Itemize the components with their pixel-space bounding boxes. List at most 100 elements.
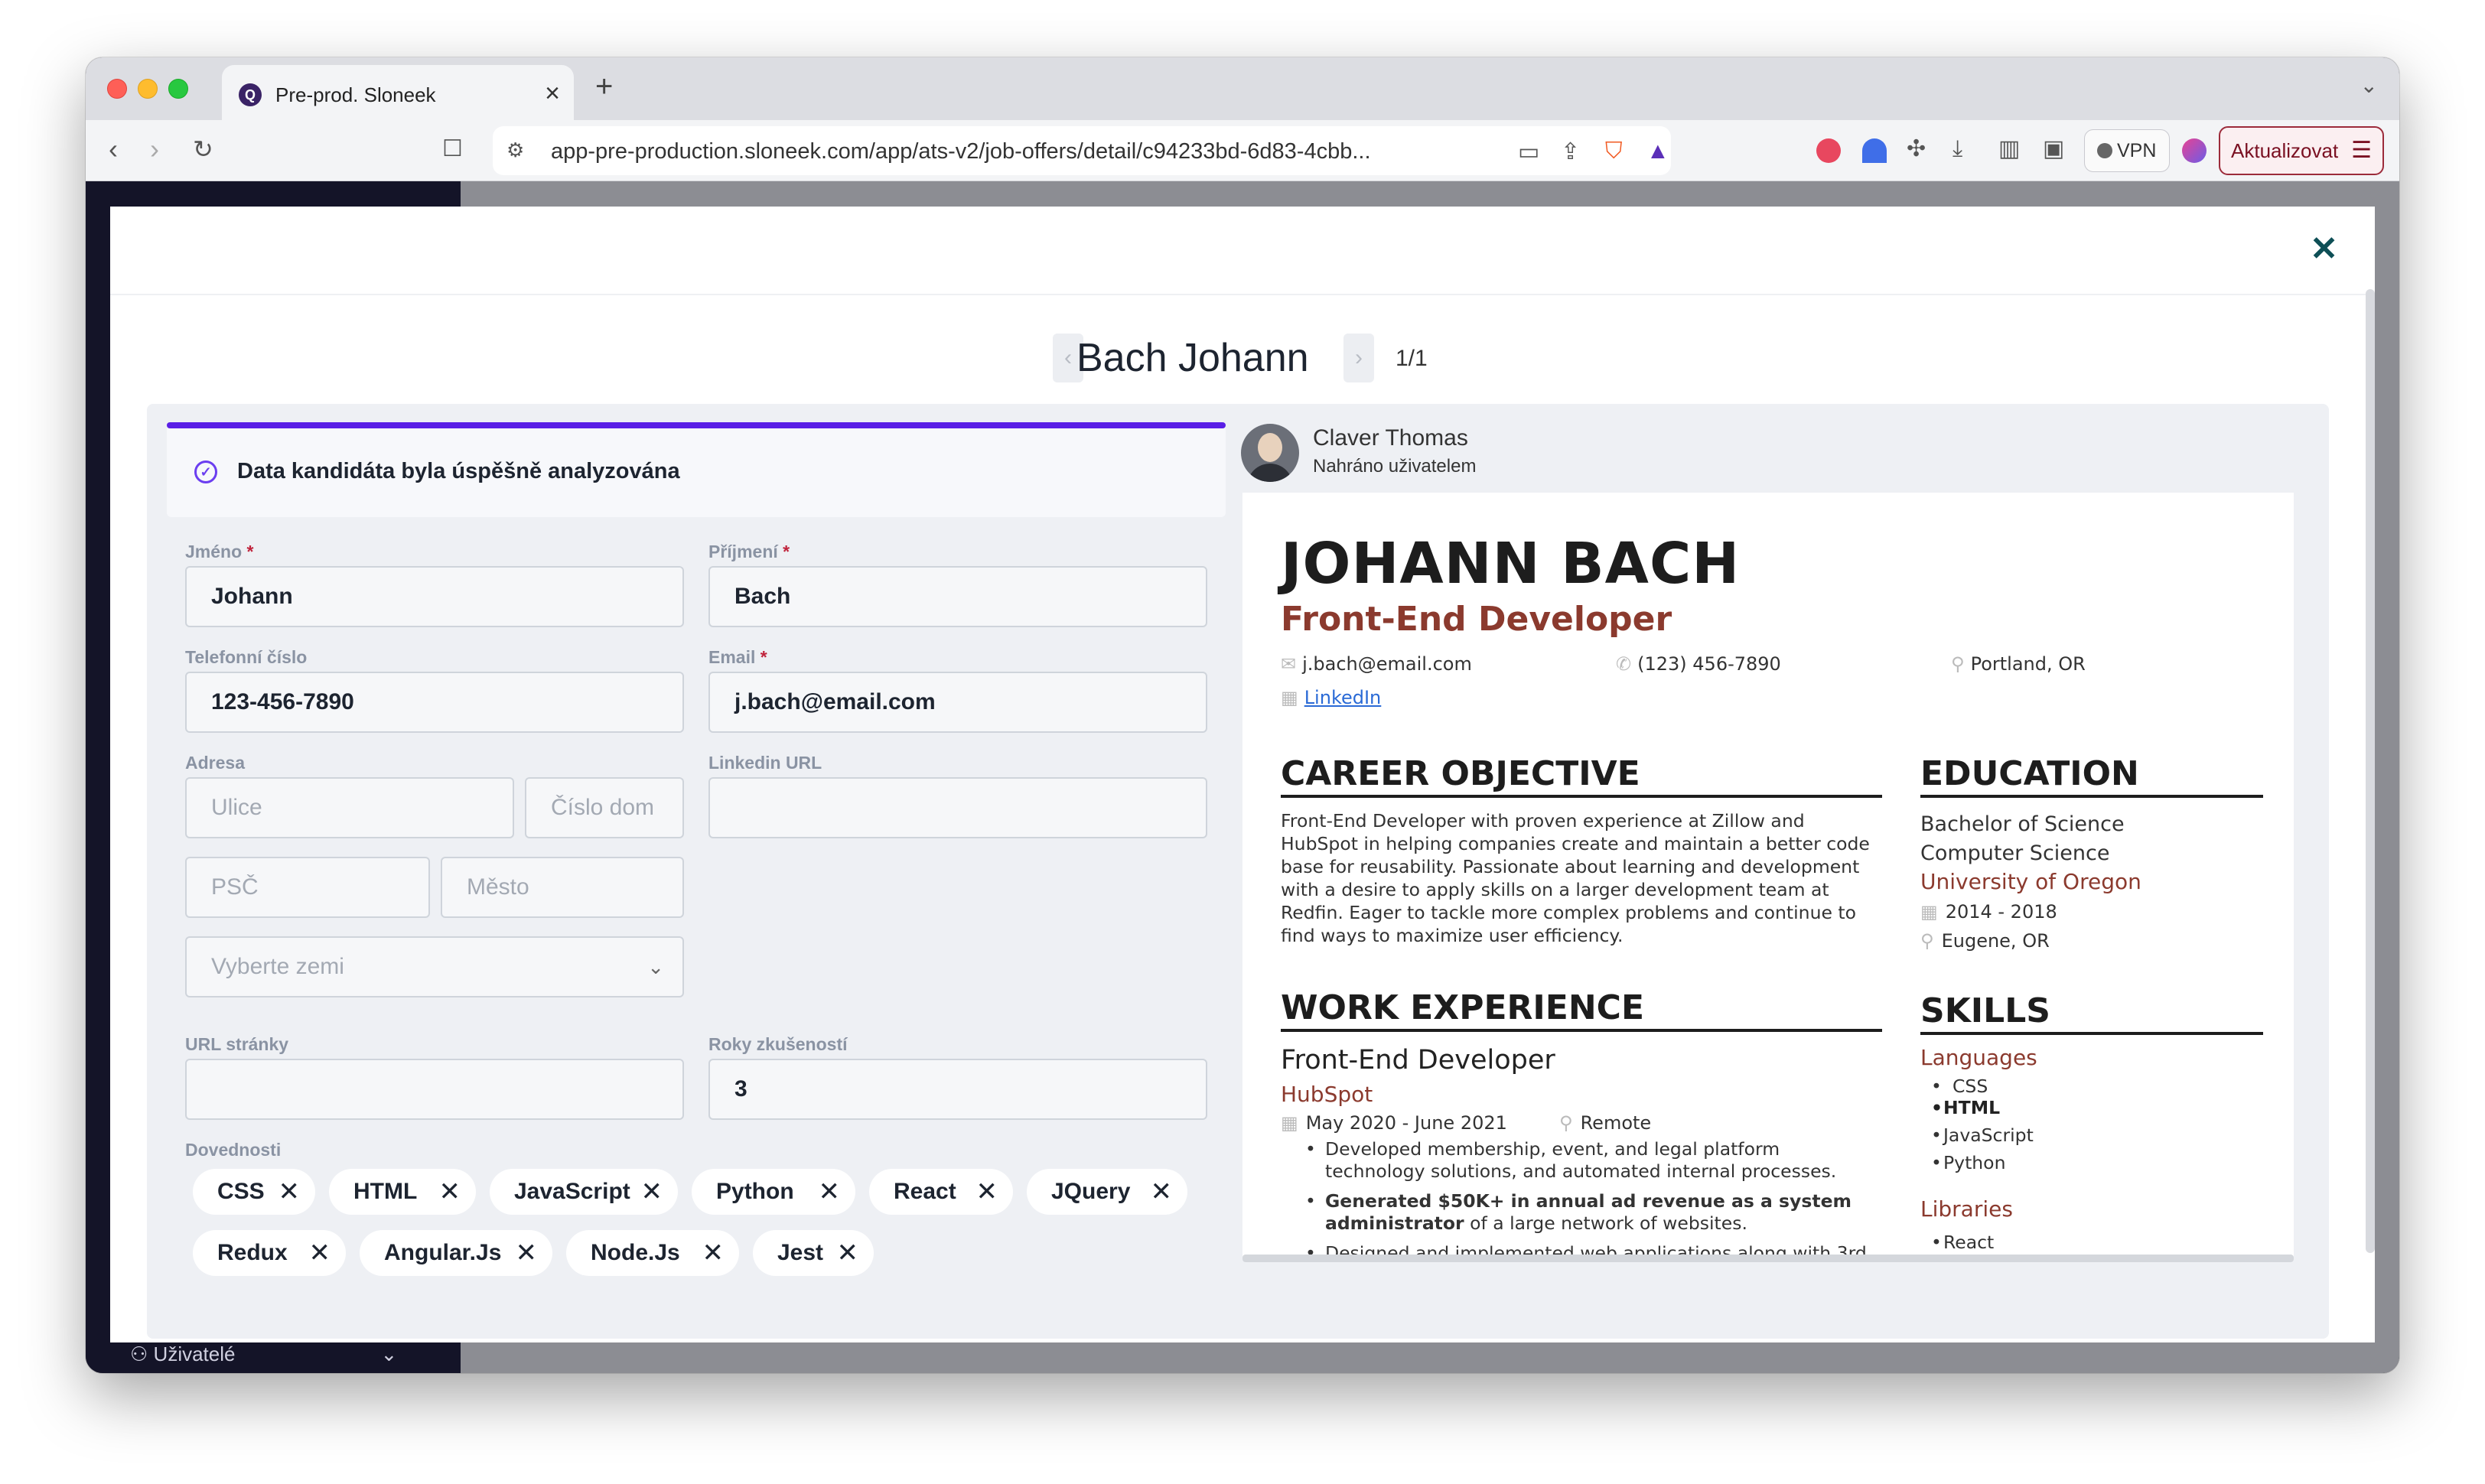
resume-scrollbar[interactable] <box>1242 1255 2294 1262</box>
language-item: • HTML <box>1931 1097 2001 1118</box>
country-select-value: Vyberte zemi <box>211 954 344 979</box>
last-name-label-text: Příjmení <box>708 542 778 561</box>
phone-field[interactable]: 123-456-7890 <box>185 672 684 733</box>
website-label: URL stránky <box>185 1034 289 1054</box>
remove-skill-icon[interactable]: ✕ <box>278 1169 301 1215</box>
remove-skill-icon[interactable]: ✕ <box>702 1230 725 1276</box>
job-dates-text: May 2020 - June 2021 <box>1305 1112 1507 1134</box>
zip-input[interactable]: PSČ <box>185 857 430 918</box>
skill-chip-label: Angular.Js <box>384 1240 502 1265</box>
address-bar[interactable]: ⚙ app-pre-production.sloneek.com/app/ats… <box>493 126 1671 175</box>
new-tab-plus-icon[interactable]: + <box>595 70 613 104</box>
tab-bar: Q Pre-prod. Sloneek × + ⌄ <box>86 57 2399 120</box>
linkedin-link[interactable]: LinkedIn <box>1304 687 1382 708</box>
remove-skill-icon[interactable]: ✕ <box>309 1230 331 1276</box>
linkedin-icon: ▦ <box>1281 687 1298 708</box>
libraries-heading: Libraries <box>1920 1196 2013 1222</box>
skill-chip: JQuery ✕ <box>1027 1169 1187 1215</box>
bookmark-icon[interactable]: ☐ <box>442 134 463 164</box>
skill-chip: Redux ✕ <box>193 1230 346 1276</box>
site-settings-icon[interactable]: ⚙ <box>506 138 524 162</box>
skill-chip-label: Node.Js <box>591 1240 680 1265</box>
extension-icon[interactable] <box>1816 138 1841 163</box>
resume-location-text: Portland, OR <box>1970 653 2086 675</box>
close-icon[interactable]: ✕ <box>2310 233 2338 266</box>
language-text: Python <box>1943 1152 2006 1173</box>
country-select[interactable]: Vyberte zemi ⌄ <box>185 936 684 997</box>
resume-preview[interactable]: JOHANN BACH Front-End Developer ✉ j.bach@… <box>1242 493 2294 1258</box>
job-bullet-text: Developed membership, event, and legal p… <box>1325 1138 1837 1182</box>
analysis-progress-bar <box>167 422 1226 428</box>
browser-tab[interactable]: Q Pre-prod. Sloneek × <box>222 65 574 120</box>
sidebar-item-label: Uživatelé <box>153 1342 236 1365</box>
remove-skill-icon[interactable]: ✕ <box>976 1169 998 1215</box>
forward-arrow-icon[interactable]: › <box>150 134 159 164</box>
candidate-name: Bach Johann <box>1076 336 1309 380</box>
maximize-window-button[interactable] <box>168 79 188 99</box>
profile-icon[interactable] <box>2182 138 2207 163</box>
remove-skill-icon[interactable]: ✕ <box>516 1230 538 1276</box>
update-button[interactable]: Aktualizovat ☰ <box>2219 126 2384 175</box>
skill-chip-label: CSS <box>217 1179 265 1204</box>
resume-email: ✉ j.bach@email.com <box>1281 653 1472 675</box>
cast-icon[interactable]: ▭ <box>1518 138 1539 165</box>
sidebar-toggle-icon[interactable]: ▥ <box>1998 134 2020 164</box>
vpn-button[interactable]: VPN <box>2084 129 2170 172</box>
resume-name: JOHANN BACH <box>1281 531 1741 597</box>
share-icon[interactable]: ⇪ <box>1561 138 1580 165</box>
remove-skill-icon[interactable]: ✕ <box>641 1169 663 1215</box>
last-name-field[interactable]: Bach <box>708 566 1207 627</box>
browser-window: Q Pre-prod. Sloneek × + ⌄ ‹ › ↻ ☐ ⚙ app-… <box>86 57 2399 1373</box>
job-company: HubSpot <box>1281 1082 1373 1107</box>
resume-linkedin[interactable]: ▦ LinkedIn <box>1281 687 1381 708</box>
minimize-window-button[interactable] <box>138 79 158 99</box>
remove-skill-icon[interactable]: ✕ <box>819 1169 841 1215</box>
house-number-input[interactable]: Číslo dom <box>525 777 684 838</box>
street-input[interactable]: Ulice <box>185 777 514 838</box>
skill-chip-label: JavaScript <box>514 1179 630 1204</box>
experience-years-field[interactable]: 3 <box>708 1059 1207 1120</box>
work-experience-heading: WORK EXPERIENCE <box>1281 988 1882 1032</box>
first-name-field[interactable]: Johann <box>185 566 684 627</box>
education-heading: EDUCATION <box>1920 754 2263 798</box>
tab-list-chevron-icon[interactable]: ⌄ <box>2360 73 2378 98</box>
back-arrow-icon[interactable]: ‹ <box>109 134 118 164</box>
city-input[interactable]: Město <box>441 857 684 918</box>
brave-rewards-icon[interactable]: ▲ <box>1646 138 1669 164</box>
last-name-label: Příjmení * <box>708 542 790 562</box>
remove-skill-icon[interactable]: ✕ <box>837 1230 859 1276</box>
reload-icon[interactable]: ↻ <box>193 134 213 164</box>
library-text: React <box>1943 1232 1995 1253</box>
phone-icon: ✆ <box>1616 653 1632 675</box>
language-text: HTML <box>1943 1097 2001 1118</box>
education-location-text: Eugene, OR <box>1941 930 2050 952</box>
language-item: • JavaScript <box>1931 1124 2034 1146</box>
close-window-button[interactable] <box>107 79 127 99</box>
skill-chip: React ✕ <box>869 1169 1013 1215</box>
email-field[interactable]: j.bach@email.com <box>708 672 1207 733</box>
wallet-icon[interactable]: ▣ <box>2043 134 2064 164</box>
job-bullet: • Generated $50K+ in annual ad revenue as… <box>1305 1190 1852 1234</box>
download-icon[interactable]: ⤓ <box>1952 134 1962 164</box>
next-candidate-button[interactable]: › <box>1343 334 1374 382</box>
website-url-field[interactable] <box>185 1059 684 1120</box>
browser-toolbar: ‹ › ↻ ☐ ⚙ app-pre-production.sloneek.com… <box>86 120 2399 181</box>
extensions-puzzle-icon[interactable]: ✣ <box>1907 134 1926 164</box>
remove-skill-icon[interactable]: ✕ <box>1151 1169 1173 1215</box>
brave-shield-icon[interactable]: ⛉ <box>1605 138 1623 164</box>
tab-close-icon[interactable]: × <box>545 79 560 109</box>
sidebar-item-users[interactable]: ⚇ Uživatelé ⌄ <box>130 1342 397 1373</box>
tab-title: Pre-prod. Sloneek <box>275 83 436 106</box>
uploader-subtitle: Nahráno uživatelem <box>1313 456 1477 477</box>
school: University of Oregon <box>1920 869 2141 894</box>
address-label: Adresa <box>185 753 245 773</box>
modal-scrollbar[interactable] <box>2366 289 2375 1253</box>
skill-chip-label: HTML <box>353 1179 418 1204</box>
linkedin-url-field[interactable] <box>708 777 1207 838</box>
job-bullet: • Developed membership, event, and legal … <box>1305 1138 1837 1182</box>
remove-skill-icon[interactable]: ✕ <box>439 1169 461 1215</box>
first-name-label-text: Jméno <box>185 542 243 561</box>
extension-icon[interactable] <box>1862 138 1887 163</box>
skill-chip-label: Python <box>716 1179 794 1204</box>
uploader-name: Claver Thomas <box>1313 425 1468 451</box>
